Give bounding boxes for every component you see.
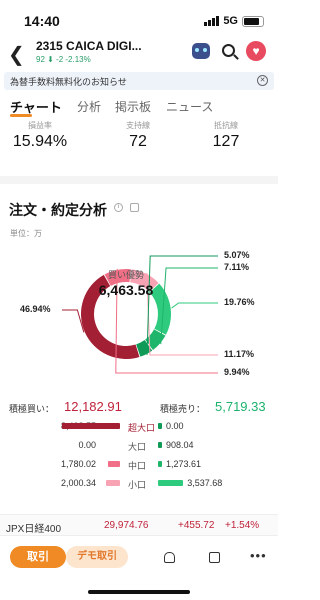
flow-sell-bar [158, 461, 162, 467]
flow-label: 大口 [128, 442, 147, 452]
donut-pct-label: 5.07% [224, 250, 250, 260]
info-icon[interactable]: i [114, 203, 123, 212]
demo-trade-button[interactable]: デモ取引 [66, 546, 128, 568]
totals-row: 積極買い： 12,182.91 積極売り： 5,719.33 [0, 398, 278, 416]
flow-sell-value: 0.00 [166, 421, 184, 431]
donut-center-value: 6,463.58 [98, 282, 154, 298]
back-icon[interactable]: ❮ [8, 42, 25, 67]
flow-label: 超大口 [128, 423, 156, 433]
trade-button[interactable]: 取引 [10, 546, 66, 568]
flow-sell-bar [158, 480, 184, 486]
flow-sell-value: 3,537.68 [187, 478, 223, 488]
status-icons: 5G [204, 15, 264, 27]
share-icon[interactable] [209, 552, 220, 563]
flow-buy-bar [62, 423, 120, 429]
bottom-action-bar: 取引 デモ取引 ••• [0, 540, 278, 574]
share-small-icon[interactable] [130, 203, 139, 212]
buy-total-value: 12,182.91 [64, 399, 122, 414]
flow-buy-value: 0.00 [78, 440, 96, 450]
more-icon[interactable]: ••• [250, 548, 267, 563]
flow-label: 小口 [128, 480, 147, 490]
flow-row: 8,402.55超大口0.00 [0, 418, 278, 436]
close-icon[interactable]: ✕ [257, 75, 268, 86]
index-price: 29,974.76 [104, 520, 149, 531]
home-indicator [88, 590, 190, 594]
donut-pct-label: 7.11% [224, 262, 250, 272]
stat-label-resistance: 抵抗線 [214, 121, 238, 130]
tab-analysis[interactable]: 分析 [77, 98, 101, 115]
flow-label: 中口 [128, 461, 147, 471]
tab-active-indicator [10, 114, 32, 117]
sell-total-label: 積極売り： [160, 404, 206, 414]
network-label: 5G [223, 15, 238, 27]
flow-buy-bar [106, 480, 120, 486]
favorite-heart-icon[interactable]: ♥ [246, 41, 266, 61]
donut-leader-line [62, 309, 85, 333]
search-icon[interactable] [222, 44, 235, 57]
flow-sell-bar [158, 423, 162, 429]
donut-pct-label: 11.17% [224, 349, 255, 359]
stat-value-resistance: 127 [212, 133, 240, 150]
flow-sell-value: 1,273.61 [166, 459, 202, 469]
flow-buy-value: 1,780.02 [60, 459, 96, 469]
tab-news[interactable]: ニュース [166, 98, 213, 115]
donut-pct-label: 46.94% [20, 304, 51, 314]
stats-row: 損益率 15.94% 支持線 72 抵抗線 127 [0, 118, 278, 164]
section-title: 注文・約定分析 [9, 202, 107, 218]
stock-price-change: 92 ⬇ -2 -2.13% [36, 55, 91, 64]
flow-row: 0.00 大口 908.04 [0, 437, 278, 455]
robot-assistant-icon[interactable] [192, 43, 210, 59]
donut-leader-line [171, 302, 218, 309]
status-bar: 14:40 5G [0, 0, 278, 40]
flow-row: 1,780.02 中口 1,273.61 [0, 456, 278, 474]
flow-row: 2,000.34 小口 3,537.68 [0, 475, 278, 493]
battery-icon [242, 15, 264, 27]
tab-board[interactable]: 掲示板 [115, 98, 151, 115]
stat-value-pl: 15.94% [12, 133, 68, 150]
index-name: JPX日経400 [6, 524, 62, 535]
donut-center-label: 買い優勢 [107, 270, 144, 280]
tab-bar: チャート 分析 掲示板 ニュース [0, 94, 278, 118]
flow-sell-bar [158, 442, 162, 448]
donut-pct-label: 19.76% [224, 297, 255, 307]
flow-sell-value: 908.04 [166, 440, 194, 450]
unit-label: 単位：万 [10, 229, 42, 238]
status-time: 14:40 [24, 13, 60, 29]
stock-header: ❮ 2315 CAICA DIGI... 92 ⬇ -2 -2.13% ♥ [0, 36, 278, 70]
signal-icon [204, 16, 220, 26]
bell-icon[interactable] [164, 552, 175, 563]
section-divider [0, 176, 278, 184]
index-change: +455.72 [178, 520, 215, 531]
notice-banner[interactable]: 為替手数料無料化のお知らせ ✕ [4, 72, 274, 90]
donut-pct-label: 9.94% [224, 367, 250, 377]
buy-total-label: 積極買い： [9, 404, 55, 414]
stat-value-support: 72 [129, 133, 147, 150]
sell-total-value: 5,719.33 [215, 399, 266, 414]
notice-text: 為替手数料無料化のお知らせ [10, 77, 127, 87]
index-change-pct: +1.54% [225, 520, 260, 531]
stat-label-support: 支持線 [126, 121, 150, 130]
flow-buy-value: 2,000.34 [60, 478, 96, 488]
flow-buy-bar [107, 461, 120, 467]
index-ticker-strip[interactable]: JPX日経400 29,974.76 +455.72 +1.54% [0, 514, 278, 536]
stock-title: 2315 CAICA DIGI... [36, 39, 142, 53]
stat-label-pl: 損益率 [28, 121, 52, 130]
